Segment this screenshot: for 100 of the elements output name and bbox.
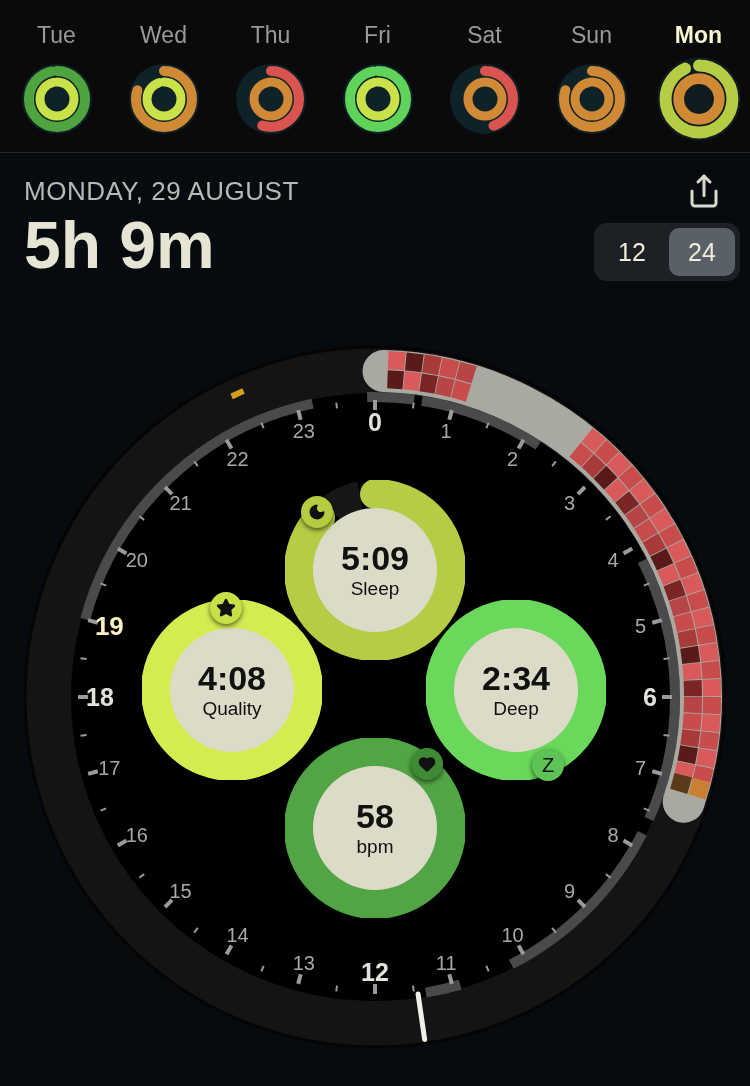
hour-label: 13 (292, 951, 315, 974)
hour-label: 15 (169, 880, 192, 903)
sleep-stage-cell (455, 361, 477, 384)
hour-tick (516, 944, 526, 956)
hour-label: 2 (506, 447, 519, 470)
hour-tick (224, 944, 234, 956)
hour-label: 10 (501, 924, 524, 947)
sleep-stage-cell (640, 493, 665, 518)
day-label: Wed (140, 21, 187, 50)
hour-label: 12 (361, 958, 389, 986)
hour-label: 11 (435, 951, 457, 974)
sleep-stage-cell (404, 352, 424, 373)
sleep-stage-cell (701, 660, 721, 680)
hour-tick (79, 734, 88, 737)
sleep-stage-cell (581, 454, 606, 478)
hour-label: 7 (635, 757, 647, 780)
activity-segment (367, 392, 415, 405)
hour-tick (662, 695, 672, 699)
hour-label: 6 (643, 683, 657, 711)
sleep-stage-cell (624, 504, 649, 529)
sleep-stage-cell (438, 357, 460, 379)
format-option[interactable]: 12 (599, 228, 665, 276)
sleep-stage-cell (702, 696, 721, 715)
sleep-stage-cell (419, 373, 438, 394)
day-label: Mon (674, 21, 723, 50)
hour-tick (116, 546, 128, 556)
sleep-stage-cell (680, 729, 701, 748)
hour-tick (447, 409, 454, 421)
sleep-stage-cell (634, 518, 658, 542)
sleep-stage-cell (615, 491, 639, 515)
hour-tick (651, 769, 663, 776)
metric-value: 4:08 (197, 659, 267, 697)
format-option[interactable]: 24 (669, 228, 735, 276)
hour-tick (163, 485, 174, 496)
hour-tick (576, 898, 587, 909)
sleep-stage-cell (680, 645, 701, 664)
badge-letter: Z (541, 753, 555, 777)
hour-tick (516, 438, 526, 450)
hour-tick (485, 421, 490, 430)
hour-label: 1 (440, 420, 452, 443)
hour-tick (622, 546, 634, 556)
ring-track (323, 481, 364, 520)
day-label: Sat (467, 21, 502, 50)
sleep-stage-cell (698, 642, 719, 662)
sleep-stage-cell (682, 662, 702, 681)
day-label: Fri (364, 21, 391, 50)
hour-tick (224, 438, 234, 450)
hour-label: 0 (368, 408, 382, 436)
hour-tick (551, 926, 557, 934)
hour-label: 21 (169, 491, 192, 514)
sleep-stage-cell (650, 508, 675, 533)
metric-label: Deep (493, 697, 539, 721)
sleep-stage-cell (677, 745, 698, 765)
activity-segment (424, 979, 462, 998)
hour-label: 14 (226, 924, 249, 947)
sleep-stage-cell (686, 590, 709, 612)
hour-label: 18 (86, 683, 114, 711)
hour-label: 20 (125, 548, 148, 571)
hour-tick (662, 734, 671, 737)
sleep-stage-cell (681, 573, 704, 595)
sleep-stage-cell (677, 629, 698, 648)
sleep-stage-cell (683, 696, 702, 714)
sleep-stage-cell (696, 748, 717, 768)
hour-tick (447, 973, 454, 985)
day-label: Tue (37, 21, 76, 50)
sleep-stage-cell (387, 370, 405, 390)
hour-tick (604, 873, 612, 879)
hour-tick (193, 460, 199, 468)
sleep-stage-cell (668, 596, 691, 617)
sleep-stage-cell (618, 465, 644, 490)
hour-tick (78, 695, 88, 699)
hour-tick (138, 515, 146, 521)
moon-icon (308, 503, 326, 521)
sleep-stage-cell (701, 714, 721, 733)
hour-tick (163, 898, 174, 909)
sleep-stage-cell (667, 539, 691, 563)
hour-tick (260, 421, 265, 430)
metric-value: 5:09 (340, 539, 410, 577)
hour-tick (485, 964, 490, 973)
sleep-stage-cell (387, 351, 406, 371)
hour-tick (138, 873, 146, 879)
hour-label: 19 (94, 610, 124, 641)
hour-tick (99, 582, 108, 587)
hour-tick (116, 838, 128, 848)
sleep-stage-cell (670, 772, 692, 794)
hour-label: 4 (607, 548, 619, 571)
hour-tick (79, 657, 88, 660)
hour-tick (651, 618, 663, 625)
hour-tick (296, 409, 303, 421)
heart-icon (417, 755, 436, 774)
sleep-stage-cell (663, 579, 686, 601)
hour-label: 9 (563, 880, 575, 903)
hour-tick (604, 515, 612, 521)
metric-label: Sleep (350, 577, 400, 601)
hour-tick (622, 838, 634, 848)
sleep-stage-cell (629, 479, 655, 504)
day-label: Sun (571, 21, 612, 50)
hour-tick (260, 964, 265, 973)
hour-tick (193, 926, 199, 934)
sleep-stage-cell (657, 564, 680, 586)
